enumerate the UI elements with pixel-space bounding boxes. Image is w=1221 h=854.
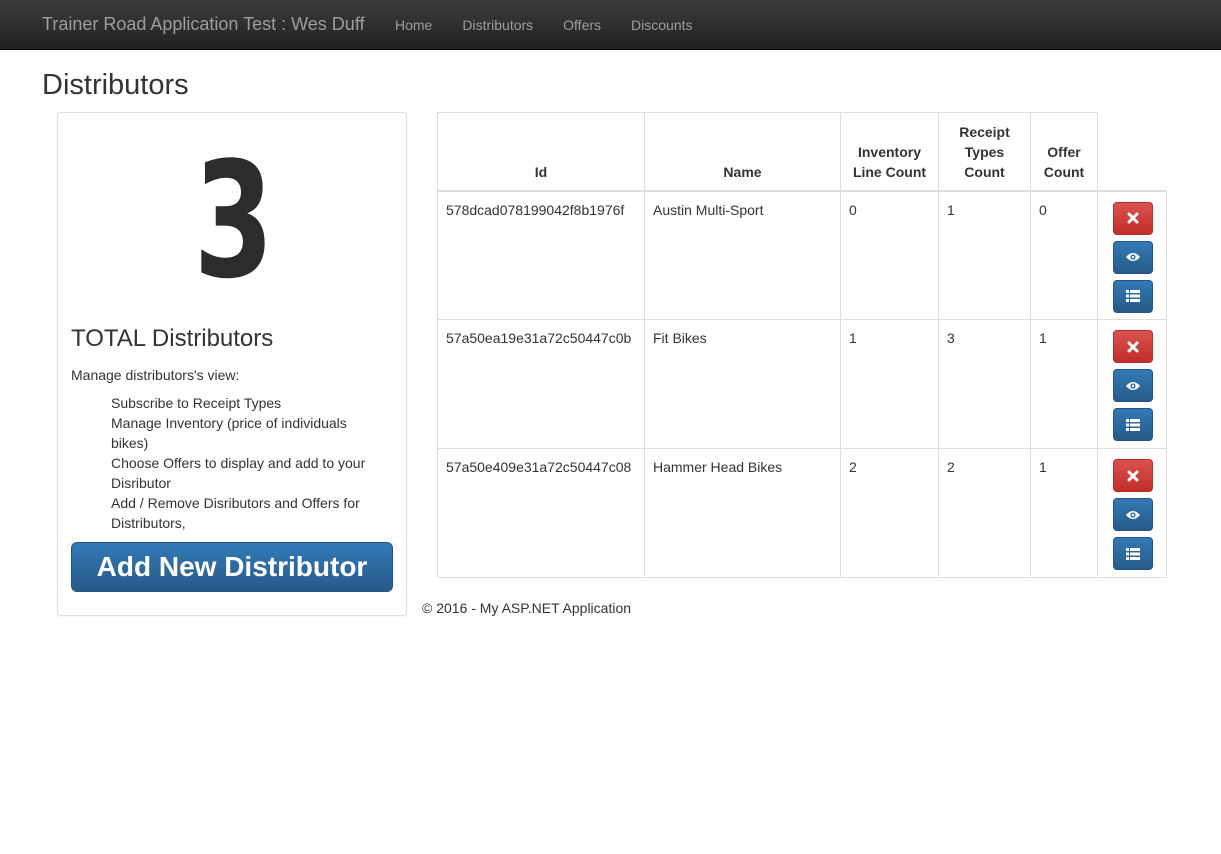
navbar: Trainer Road Application Test : Wes Duff… — [0, 0, 1221, 50]
cell-offer-count: 1 — [1030, 448, 1098, 578]
view-button[interactable] — [1113, 240, 1153, 274]
feature-list: Subscribe to Receipt Types Manage Invent… — [111, 393, 386, 533]
cell-receipt-count: 3 — [938, 319, 1031, 449]
cell-id: 57a50e409e31a72c50447c08 — [437, 448, 645, 578]
delete-button[interactable] — [1113, 201, 1153, 235]
page-title: Distributors — [42, 69, 189, 101]
list-button[interactable] — [1113, 279, 1153, 313]
cell-offer-count: 0 — [1030, 190, 1098, 320]
table-header-row: Id Name Inventory Line Count Receipt Typ… — [437, 112, 1167, 192]
list-icon — [1126, 547, 1140, 560]
feature-item: Manage Inventory (price of individuals b… — [111, 415, 347, 451]
cell-actions — [1097, 319, 1167, 449]
header-offer-count: Offer Count — [1030, 112, 1098, 192]
table-row: 578dcad078199042f8b1976f Austin Multi-Sp… — [437, 190, 1167, 320]
header-id: Id — [437, 112, 645, 192]
remove-icon — [1127, 341, 1139, 352]
summary-panel: 3 TOTAL Distributors Manage distributors… — [57, 112, 407, 616]
feature-item: Subscribe to Receipt Types — [111, 395, 282, 411]
list-button[interactable] — [1113, 537, 1153, 570]
view-button[interactable] — [1113, 369, 1153, 402]
list-button[interactable] — [1113, 408, 1153, 441]
cell-inventory-count: 0 — [840, 190, 939, 320]
total-label: TOTAL Distributors — [71, 325, 274, 352]
manage-intro: Manage distributors's view: — [71, 367, 240, 383]
delete-button[interactable] — [1113, 330, 1153, 363]
table-row: 57a50e409e31a72c50447c08 Hammer Head Bik… — [437, 448, 1167, 578]
header-receipt-types-count: Receipt Types Count — [938, 112, 1031, 192]
nav-link-distributors[interactable]: Distributors — [447, 0, 548, 50]
nav-links: Home Distributors Offers Discounts — [380, 0, 708, 50]
cell-offer-count: 1 — [1030, 319, 1098, 449]
cell-name: Austin Multi-Sport — [644, 190, 841, 320]
eye-icon — [1126, 510, 1140, 519]
eye-icon — [1126, 381, 1140, 390]
cell-name: Hammer Head Bikes — [644, 448, 841, 578]
header-inventory-count: Inventory Line Count — [840, 112, 939, 192]
list-icon — [1126, 290, 1140, 302]
header-actions — [1097, 112, 1167, 192]
cell-receipt-count: 1 — [938, 190, 1031, 320]
cell-inventory-count: 2 — [840, 448, 939, 578]
feature-item: Add / Remove Disributors and Offers for … — [111, 495, 360, 531]
remove-icon — [1127, 470, 1139, 481]
nav-link-discounts[interactable]: Discounts — [616, 0, 707, 50]
cell-receipt-count: 2 — [938, 448, 1031, 578]
eye-icon — [1126, 253, 1140, 261]
header-name: Name — [644, 112, 841, 192]
footer-text: © 2016 - My ASP.NET Application — [422, 600, 632, 616]
delete-button[interactable] — [1113, 459, 1153, 492]
distributor-count: 3 — [193, 127, 274, 314]
list-icon — [1126, 418, 1140, 431]
remove-icon — [1127, 212, 1139, 224]
distributors-table: Id Name Inventory Line Count Receipt Typ… — [437, 112, 1167, 578]
cell-name: Fit Bikes — [644, 319, 841, 449]
cell-actions — [1097, 448, 1167, 578]
table-row: 57a50ea19e31a72c50447c0b Fit Bikes 1 3 1 — [437, 319, 1167, 449]
nav-link-home[interactable]: Home — [380, 0, 447, 50]
nav-link-offers[interactable]: Offers — [548, 0, 616, 50]
cell-inventory-count: 1 — [840, 319, 939, 449]
add-distributor-button[interactable]: Add New Distributor — [71, 542, 393, 592]
view-button[interactable] — [1113, 498, 1153, 531]
cell-id: 57a50ea19e31a72c50447c0b — [437, 319, 645, 449]
brand-link[interactable]: Trainer Road Application Test : Wes Duff — [42, 13, 365, 35]
cell-id: 578dcad078199042f8b1976f — [437, 190, 645, 320]
feature-item: Choose Offers to display and add to your… — [111, 455, 366, 491]
cell-actions — [1097, 190, 1167, 320]
